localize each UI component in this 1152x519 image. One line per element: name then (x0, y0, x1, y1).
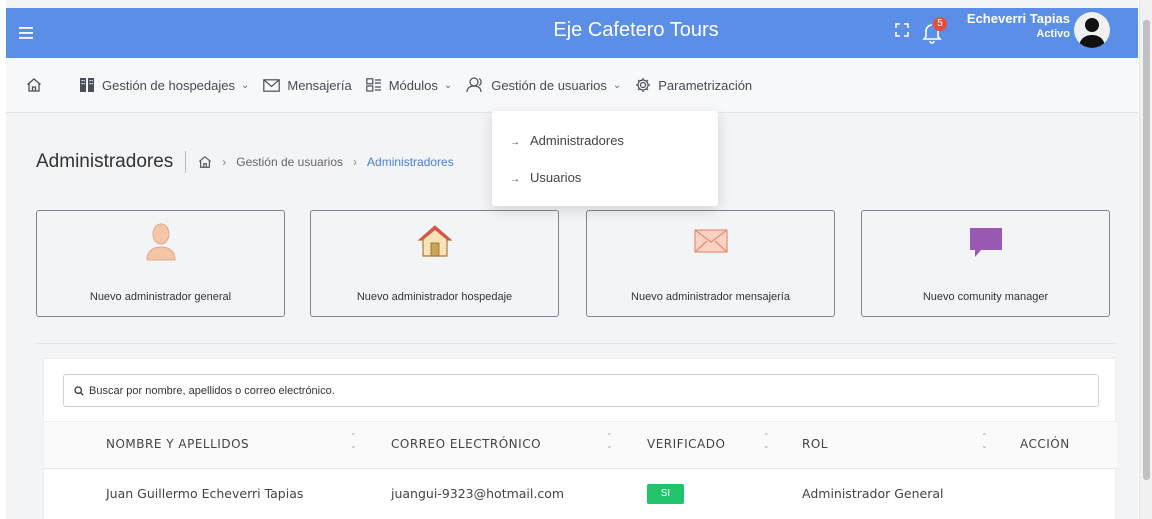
sort-icon[interactable]: ⌃ ⌄ (981, 432, 988, 450)
nav-label: Módulos (388, 77, 438, 93)
dropdown-item-usuarios[interactable]: → Usuarios (510, 170, 581, 185)
card-label: Nuevo administrador general (89, 291, 232, 303)
user-status: Activo (1036, 28, 1070, 40)
breadcrumb-chevron-icon: › (353, 155, 358, 169)
gear-icon (636, 78, 651, 92)
arrow-right-icon: → (510, 137, 520, 148)
chat-icon (862, 227, 1109, 259)
person-icon (37, 223, 284, 261)
table-header: NOMBRE Y APELLIDOS ⌃ ⌄ CORREO ELECTRÓNICO… (44, 421, 1117, 469)
top-bar: Eje Cafetero Tours 5 Echeverri Tapias Ac… (6, 8, 1138, 58)
cell-role: Administrador General (802, 486, 944, 501)
app-frame: Eje Cafetero Tours 5 Echeverri Tapias Ac… (6, 0, 1138, 519)
nav-home[interactable] (26, 77, 49, 93)
search-input[interactable] (89, 384, 1062, 397)
notification-count-badge: 5 (933, 17, 947, 31)
cell-email: juangui-9323@hotmail.com (391, 486, 565, 501)
card-new-general-admin[interactable]: Nuevo administrador general (36, 210, 285, 317)
nav-label: Gestión de usuarios (491, 77, 607, 93)
column-header-role[interactable]: ROL (802, 437, 828, 451)
avatar[interactable] (1074, 12, 1110, 48)
scrollbar-thumb[interactable] (1143, 20, 1150, 480)
fullscreen-icon[interactable] (894, 22, 910, 38)
main-nav: Gestión de hospedajes ⌄ Mensajería Módul… (6, 58, 1138, 113)
dropdown-item-administradores[interactable]: → Administradores (510, 133, 624, 148)
home-icon[interactable] (198, 155, 212, 169)
admins-table-panel: NOMBRE Y APELLIDOS ⌃⌄ CORREO ELECTRÓNICO… (43, 358, 1117, 519)
nav-mensajeria[interactable]: Mensajería (263, 77, 352, 93)
notifications-button[interactable]: 5 (922, 16, 948, 46)
page-title: Administradores (36, 151, 174, 172)
dropdown-item-label: Usuarios (530, 170, 582, 185)
column-header-verified[interactable]: VERIFICADO (647, 437, 725, 451)
nav-parametrizacion[interactable]: Parametrización (635, 77, 752, 93)
nav-modulos[interactable]: Módulos ⌄ (365, 77, 453, 93)
breadcrumb: Administradores › Gestión de usuarios › … (36, 150, 454, 174)
sort-icon[interactable]: ⌃ ⌄ (606, 432, 613, 450)
chevron-down-icon: ⌄ (443, 79, 453, 91)
card-new-messaging-admin[interactable]: Nuevo administrador mensajería (586, 210, 835, 317)
modules-icon (365, 78, 381, 92)
verified-badge: SI (647, 484, 684, 504)
section-divider (36, 343, 1116, 344)
search-icon (74, 385, 84, 396)
nav-gestion-usuarios[interactable]: Gestión de usuarios ⌄ (466, 77, 621, 93)
breadcrumb-current: Administradores (367, 155, 454, 169)
table-row[interactable]: Juan Guillermo Echeverri Tapias juangui-… (44, 469, 1117, 519)
users-dropdown-menu: → Administradores → Usuarios (492, 111, 718, 206)
user-name[interactable]: Echeverri Tapias (967, 12, 1070, 26)
breadcrumb-divider (185, 151, 187, 173)
house-icon (311, 223, 558, 259)
search-box[interactable] (63, 374, 1099, 407)
card-label: Nuevo administrador hospedaje (356, 291, 513, 303)
column-header-action: ACCIÓN (1020, 437, 1070, 451)
card-new-community-manager[interactable]: Nuevo comunity manager (861, 210, 1110, 317)
sort-icon[interactable]: ⌃ ⌄ (350, 432, 357, 450)
breadcrumb-chevron-icon: › (222, 155, 227, 169)
nav-label: Mensajería (287, 77, 352, 93)
arrow-right-icon: → (510, 174, 520, 185)
page-scrollbar[interactable] (1139, 0, 1152, 519)
sort-icon[interactable]: ⌃ ⌄ (763, 432, 770, 450)
card-label: Nuevo administrador mensajería (631, 291, 790, 303)
users-icon (466, 77, 482, 93)
chevron-down-icon: ⌄ (240, 79, 250, 91)
breadcrumb-link[interactable]: Gestión de usuarios (236, 155, 343, 169)
card-label: Nuevo comunity manager (922, 291, 1049, 303)
nav-label: Gestión de hospedajes (102, 77, 235, 93)
column-header-name[interactable]: NOMBRE Y APELLIDOS (106, 437, 249, 451)
dropdown-item-label: Administradores (530, 133, 624, 148)
cell-name: Juan Guillermo Echeverri Tapias (106, 486, 304, 501)
envelope-icon (263, 78, 281, 92)
mail-icon (587, 229, 834, 253)
home-icon (27, 78, 41, 92)
column-header-email[interactable]: CORREO ELECTRÓNICO (391, 437, 541, 451)
nav-gestion-hospedajes[interactable]: Gestión de hospedajes ⌄ (79, 77, 249, 93)
nav-label: Parametrización (658, 77, 753, 93)
chevron-down-icon: ⌄ (612, 79, 622, 91)
card-new-lodging-admin[interactable]: Nuevo administrador hospedaje (310, 210, 559, 317)
grid-building-icon (80, 78, 94, 92)
